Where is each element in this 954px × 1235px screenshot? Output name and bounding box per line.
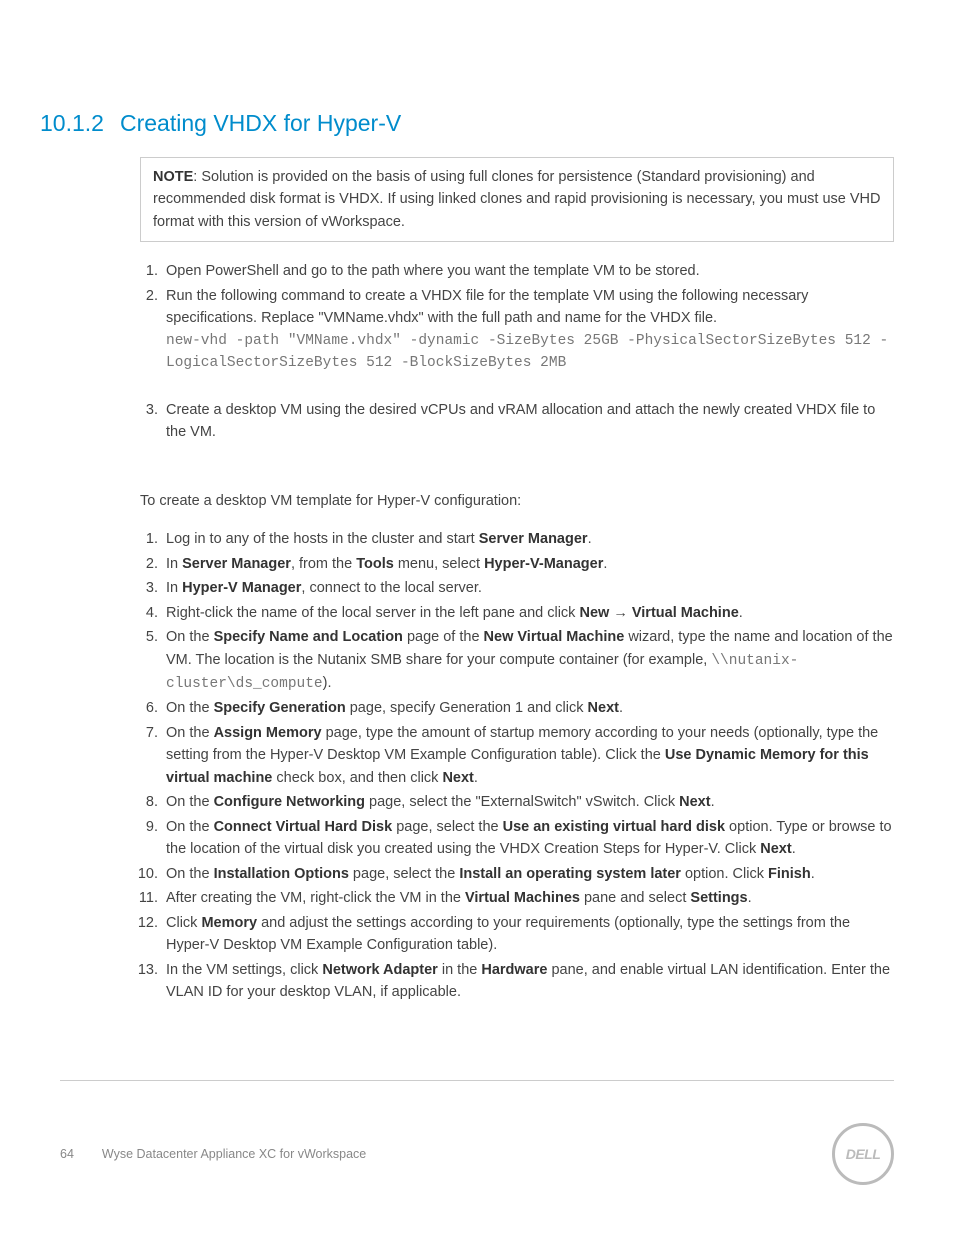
vhdx-steps-list: Open PowerShell and go to the path where… bbox=[162, 260, 894, 374]
step-text: Open PowerShell and go to the path where… bbox=[166, 263, 700, 279]
step-text: Create a desktop VM using the desired vC… bbox=[166, 402, 875, 440]
dell-logo-icon: DELL bbox=[832, 1123, 894, 1185]
note-label: NOTE bbox=[153, 169, 193, 185]
note-text: : Solution is provided on the basis of u… bbox=[153, 169, 880, 230]
page-footer: 64 Wyse Datacenter Appliance XC for vWor… bbox=[60, 1080, 894, 1185]
list-item: After creating the VM, right-click the V… bbox=[162, 887, 894, 909]
section-number: 10.1.2 bbox=[40, 110, 120, 137]
list-item: Run the following command to create a VH… bbox=[162, 285, 894, 375]
list-item: In Server Manager, from the Tools menu, … bbox=[162, 553, 894, 575]
list-item: In Hyper-V Manager, connect to the local… bbox=[162, 577, 894, 599]
section-title: Creating VHDX for Hyper-V bbox=[120, 110, 401, 137]
list-item: Create a desktop VM using the desired vC… bbox=[162, 399, 894, 444]
list-item: On the Installation Options page, select… bbox=[162, 863, 894, 885]
list-item: Click Memory and adjust the settings acc… bbox=[162, 912, 894, 957]
list-item: On the Connect Virtual Hard Disk page, s… bbox=[162, 816, 894, 861]
vhdx-steps-list-cont: Create a desktop VM using the desired vC… bbox=[162, 399, 894, 444]
list-item: On the Configure Networking page, select… bbox=[162, 791, 894, 813]
step-text: Run the following command to create a VH… bbox=[166, 288, 808, 326]
list-item: On the Specify Generation page, specify … bbox=[162, 697, 894, 719]
list-item: Log in to any of the hosts in the cluste… bbox=[162, 528, 894, 550]
template-steps-list: Log in to any of the hosts in the cluste… bbox=[162, 528, 894, 1003]
code-block: new-vhd -path "VMName.vhdx" -dynamic -Si… bbox=[166, 330, 894, 375]
page-number: 64 bbox=[60, 1147, 74, 1161]
doc-title: Wyse Datacenter Appliance XC for vWorksp… bbox=[102, 1147, 366, 1161]
list-item: Open PowerShell and go to the path where… bbox=[162, 260, 894, 282]
list-item: In the VM settings, click Network Adapte… bbox=[162, 959, 894, 1004]
note-box: NOTE: Solution is provided on the basis … bbox=[140, 157, 894, 242]
list-item: On the Assign Memory page, type the amou… bbox=[162, 722, 894, 789]
intro-text: To create a desktop VM template for Hype… bbox=[140, 490, 894, 512]
list-item: Right-click the name of the local server… bbox=[162, 602, 894, 624]
section-heading: 10.1.2 Creating VHDX for Hyper-V bbox=[60, 110, 894, 137]
list-item: On the Specify Name and Location page of… bbox=[162, 626, 894, 695]
